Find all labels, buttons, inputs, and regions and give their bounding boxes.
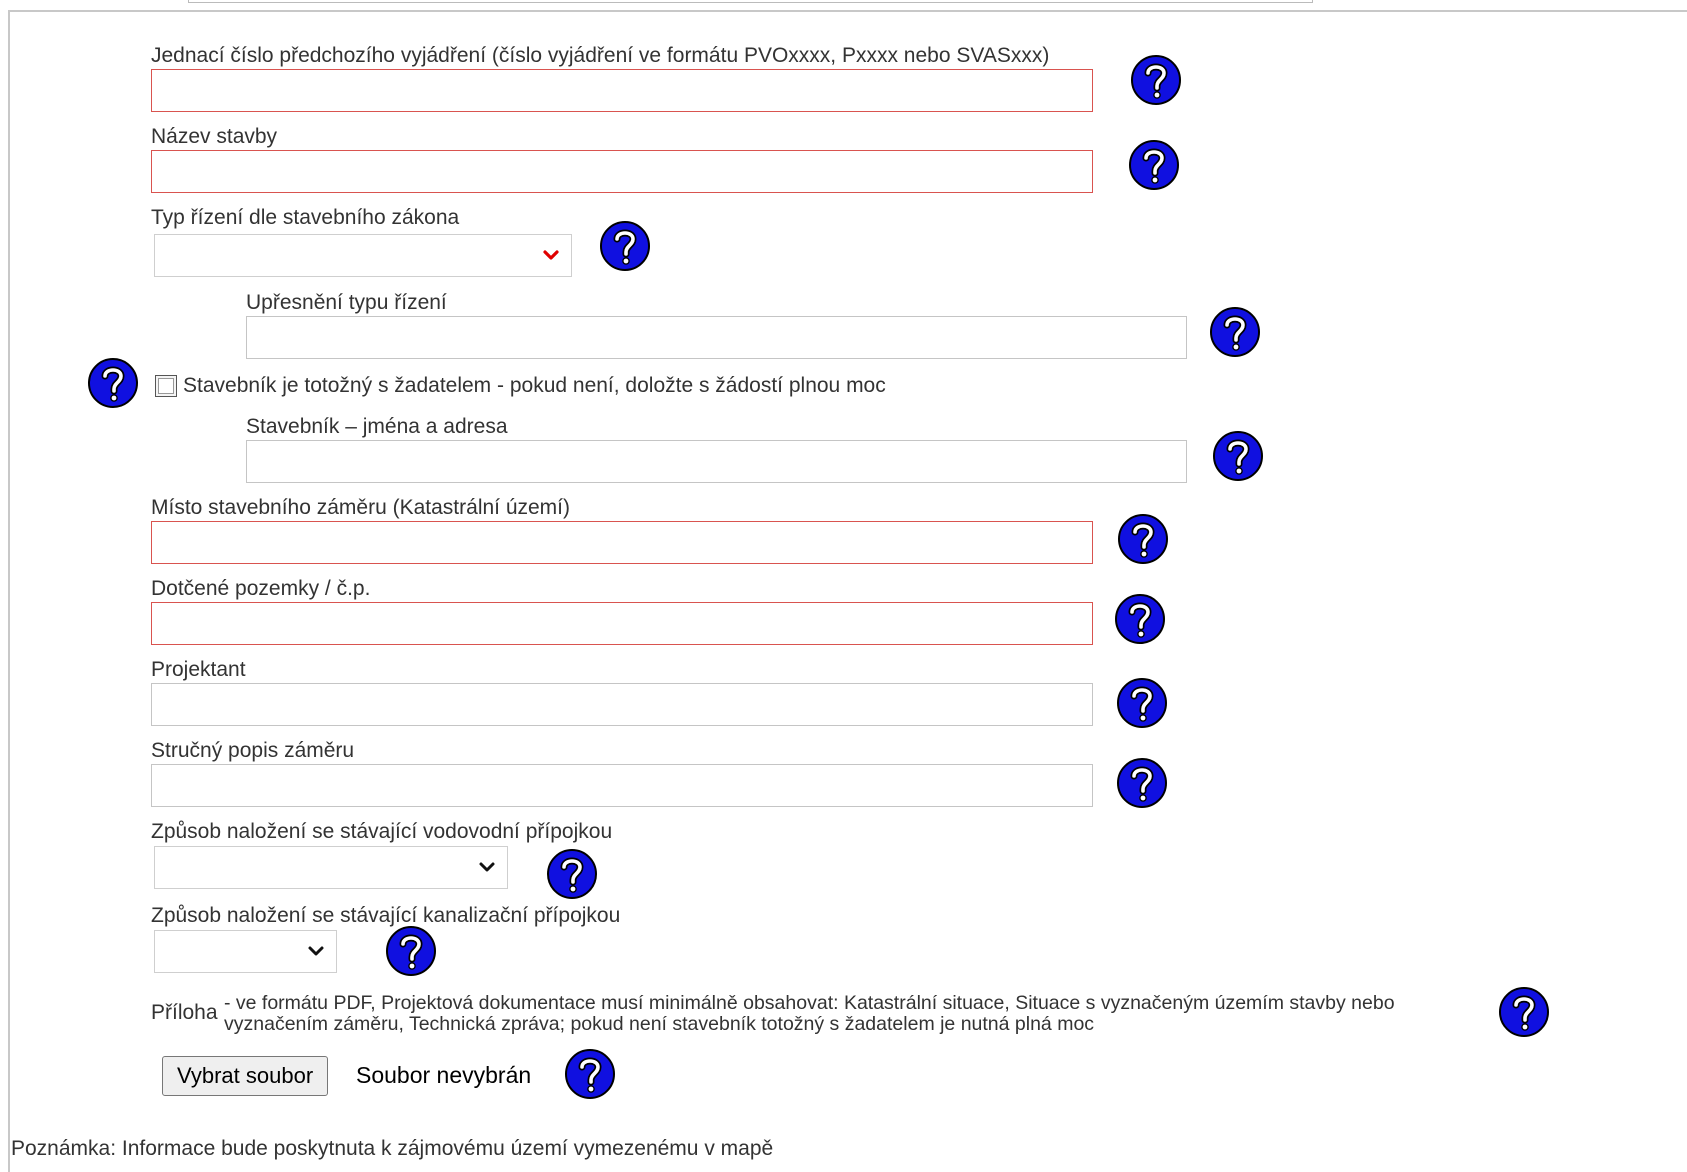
- builder-same-label: Stavebník je totožný s žadatelem - pokud…: [183, 374, 886, 397]
- help-icon[interactable]: [565, 1049, 615, 1099]
- help-icon[interactable]: [1131, 55, 1181, 105]
- help-icon[interactable]: [1499, 987, 1549, 1037]
- chevron-down-icon: [479, 862, 495, 872]
- help-icon[interactable]: [1129, 140, 1179, 190]
- help-icon[interactable]: [1210, 307, 1260, 357]
- prev-statement-label: Jednací číslo předchozího vyjádření (čís…: [151, 44, 1050, 67]
- sewer-connection-label: Způsob naložení se stávající kanalizační…: [151, 904, 621, 927]
- map-note: Poznámka: Informace bude poskytnuta k zá…: [11, 1137, 774, 1160]
- chevron-down-icon: [308, 946, 324, 956]
- designer-input[interactable]: [151, 683, 1093, 726]
- top-input-edge: [188, 0, 1313, 3]
- prev-statement-input[interactable]: [151, 69, 1093, 112]
- description-input[interactable]: [151, 764, 1093, 807]
- procedure-type-select[interactable]: [154, 234, 572, 277]
- builder-names-input[interactable]: [246, 440, 1187, 483]
- help-icon[interactable]: [1213, 431, 1263, 481]
- attachment-description: - ve formátu PDF, Projektová dokumentace…: [224, 992, 1395, 1035]
- help-icon[interactable]: [1115, 594, 1165, 644]
- parcels-input[interactable]: [151, 602, 1093, 645]
- file-status: Soubor nevybrán: [356, 1062, 532, 1088]
- procedure-detail-label: Upřesnění typu řízení: [246, 291, 447, 314]
- location-input[interactable]: [151, 521, 1093, 564]
- attachment-label: Příloha: [151, 1001, 218, 1024]
- designer-label: Projektant: [151, 658, 246, 681]
- building-name-label: Název stavby: [151, 125, 278, 148]
- help-icon[interactable]: [88, 358, 138, 408]
- description-label: Stručný popis záměru: [151, 739, 355, 762]
- help-icon[interactable]: [600, 221, 650, 271]
- procedure-detail-input[interactable]: [246, 316, 1187, 359]
- water-connection-select[interactable]: [154, 846, 508, 889]
- builder-names-label: Stavebník – jména a adresa: [246, 415, 508, 438]
- help-icon[interactable]: [1118, 514, 1168, 564]
- chevron-down-icon: [543, 250, 559, 260]
- parcels-label: Dotčené pozemky / č.p.: [151, 577, 371, 600]
- building-name-input[interactable]: [151, 150, 1093, 193]
- builder-same-checkbox[interactable]: [155, 375, 177, 397]
- choose-file-button[interactable]: Vybrat soubor: [162, 1056, 329, 1096]
- water-connection-label: Způsob naložení se stávající vodovodní p…: [151, 820, 613, 843]
- sewer-connection-select[interactable]: [154, 930, 337, 973]
- help-icon[interactable]: [1117, 678, 1167, 728]
- help-icon[interactable]: [386, 926, 436, 976]
- help-icon[interactable]: [1117, 758, 1167, 808]
- help-icon[interactable]: [547, 849, 597, 899]
- procedure-type-label: Typ řízení dle stavebního zákona: [151, 206, 460, 229]
- location-label: Místo stavebního záměru (Katastrální úze…: [151, 496, 571, 519]
